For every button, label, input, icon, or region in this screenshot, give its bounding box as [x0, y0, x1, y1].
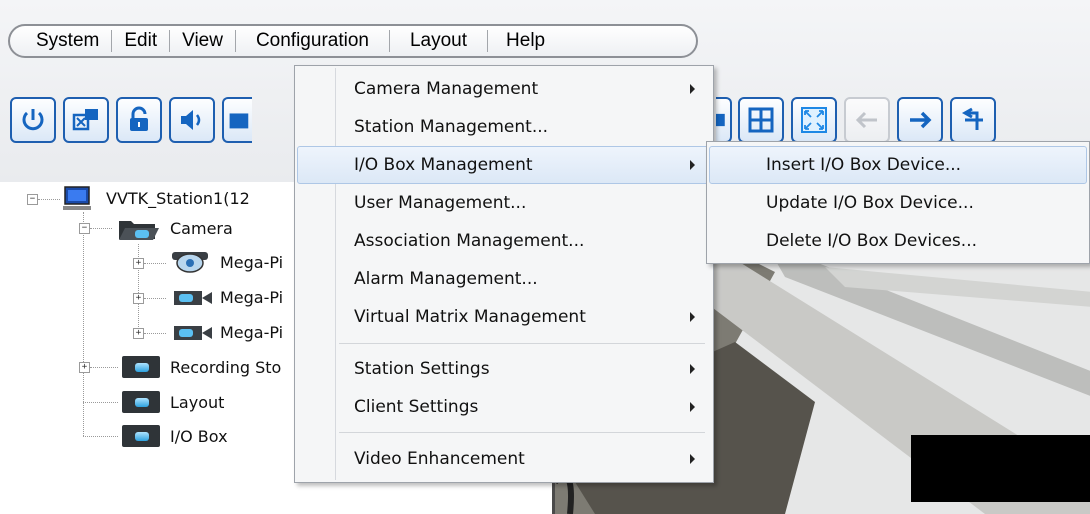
submenu-arrow-icon [690, 84, 695, 94]
menu-item-camera-management[interactable]: Camera Management [297, 70, 711, 108]
folder-button[interactable] [222, 97, 252, 143]
tree-root-label[interactable]: VVTK_Station1(12 [106, 189, 250, 209]
io-box-submenu: Insert I/O Box Device... Update I/O Box … [706, 141, 1090, 264]
menu-item-label: Delete I/O Box Devices... [766, 231, 977, 251]
fullscreen-icon [801, 107, 827, 133]
submenu-arrow-icon [690, 364, 695, 374]
tree-recording-label[interactable]: Recording Sto [170, 358, 281, 378]
menu-item-update-io-box[interactable]: Update I/O Box Device... [709, 184, 1087, 222]
back-button[interactable] [844, 97, 890, 143]
configuration-menu: Camera Management Station Management... … [294, 65, 714, 483]
screen-icon [716, 113, 725, 127]
expand-toggle[interactable]: + [133, 328, 144, 339]
menu-item-station-settings[interactable]: Station Settings [297, 350, 711, 388]
speaker-icon [181, 110, 201, 130]
exit-button[interactable] [950, 97, 996, 143]
menu-item-label: Alarm Management... [354, 269, 538, 289]
submenu-arrow-icon [690, 454, 695, 464]
menu-separator [339, 432, 705, 433]
menu-item-user-management[interactable]: User Management... [297, 184, 711, 222]
redaction-box [911, 435, 1090, 502]
menu-item-alarm-management[interactable]: Alarm Management... [297, 260, 711, 298]
menu-system[interactable]: System [24, 30, 111, 52]
menu-item-client-settings[interactable]: Client Settings [297, 388, 711, 426]
menu-item-label: Station Management... [354, 117, 549, 137]
box-camera-icon [174, 326, 212, 340]
submenu-arrow-icon [690, 312, 695, 322]
lock-icon [130, 106, 148, 131]
dome-camera-icon [172, 252, 208, 273]
menu-item-delete-io-box[interactable]: Delete I/O Box Devices... [709, 222, 1087, 260]
tree-line [83, 402, 84, 436]
expand-toggle[interactable]: + [133, 258, 144, 269]
menu-layout[interactable]: Layout [390, 30, 487, 52]
menu-item-label: User Management... [354, 193, 527, 213]
menu-separator [339, 343, 705, 344]
lock-button[interactable] [116, 97, 162, 143]
expand-toggle[interactable]: + [133, 293, 144, 304]
tree-line [144, 263, 166, 264]
tree-line [144, 333, 166, 334]
tree-layout-label[interactable]: Layout [170, 393, 224, 413]
open-folder-icon [119, 221, 159, 240]
folder-icon [229, 113, 249, 129]
screen-button[interactable] [716, 97, 732, 143]
menu-item-association-management[interactable]: Association Management... [297, 222, 711, 260]
fullscreen-button[interactable] [791, 97, 837, 143]
menu-edit[interactable]: Edit [112, 30, 169, 52]
folder-icon [122, 391, 160, 413]
tree-line [83, 436, 118, 437]
box-camera-icon [174, 291, 212, 305]
tree-line [83, 212, 84, 412]
forward-button[interactable] [897, 97, 943, 143]
station-icon [72, 109, 98, 131]
menu-item-label: Update I/O Box Device... [766, 193, 974, 213]
menu-configuration[interactable]: Configuration [236, 30, 389, 52]
menu-help[interactable]: Help [488, 30, 563, 52]
station-button[interactable] [63, 97, 109, 143]
menu-bar: System Edit View Configuration Layout He… [8, 24, 698, 58]
menu-item-label: I/O Box Management [354, 155, 533, 175]
exit-icon [961, 107, 983, 130]
menu-view[interactable]: View [170, 30, 235, 52]
folder-icon [122, 425, 160, 447]
tree-line [144, 298, 166, 299]
menu-item-virtual-matrix-management[interactable]: Virtual Matrix Management [297, 298, 711, 336]
menu-item-io-box-management[interactable]: I/O Box Management [297, 146, 711, 184]
tree-camera-folder-label[interactable]: Camera [170, 219, 233, 239]
grid-button[interactable] [738, 97, 784, 143]
menu-item-station-management[interactable]: Station Management... [297, 108, 711, 146]
tree-line [138, 244, 139, 329]
menu-item-video-enhancement[interactable]: Video Enhancement [297, 440, 711, 478]
speaker-button[interactable] [169, 97, 215, 143]
menu-item-label: Client Settings [354, 397, 479, 417]
tree-camera-label[interactable]: Mega-Pi [220, 288, 283, 308]
monitor-icon [63, 186, 91, 210]
tree-line [90, 367, 118, 368]
collapse-toggle[interactable]: − [79, 223, 90, 234]
tree-camera-label[interactable]: Mega-Pi [220, 323, 283, 343]
submenu-arrow-icon [690, 160, 695, 170]
submenu-arrow-icon [690, 402, 695, 412]
arrow-left-icon [855, 111, 877, 129]
tree-io-box-label[interactable]: I/O Box [170, 427, 228, 447]
menu-item-label: Virtual Matrix Management [354, 307, 586, 327]
tree-line [83, 402, 118, 403]
arrow-right-icon [910, 111, 932, 129]
power-icon [22, 109, 44, 131]
grid-icon [748, 107, 774, 133]
menu-item-label: Association Management... [354, 231, 585, 251]
menu-item-insert-io-box[interactable]: Insert I/O Box Device... [709, 146, 1087, 184]
expand-toggle[interactable]: + [79, 362, 90, 373]
power-button[interactable] [10, 97, 56, 143]
collapse-toggle[interactable]: − [27, 194, 38, 205]
folder-icon [122, 356, 160, 378]
tree-line [38, 199, 60, 200]
menu-item-label: Video Enhancement [354, 449, 525, 469]
tree-line [90, 228, 112, 229]
menu-item-label: Station Settings [354, 359, 490, 379]
menu-item-label: Insert I/O Box Device... [766, 155, 962, 175]
tree-camera-label[interactable]: Mega-Pi [220, 253, 283, 273]
menu-item-label: Camera Management [354, 79, 539, 99]
